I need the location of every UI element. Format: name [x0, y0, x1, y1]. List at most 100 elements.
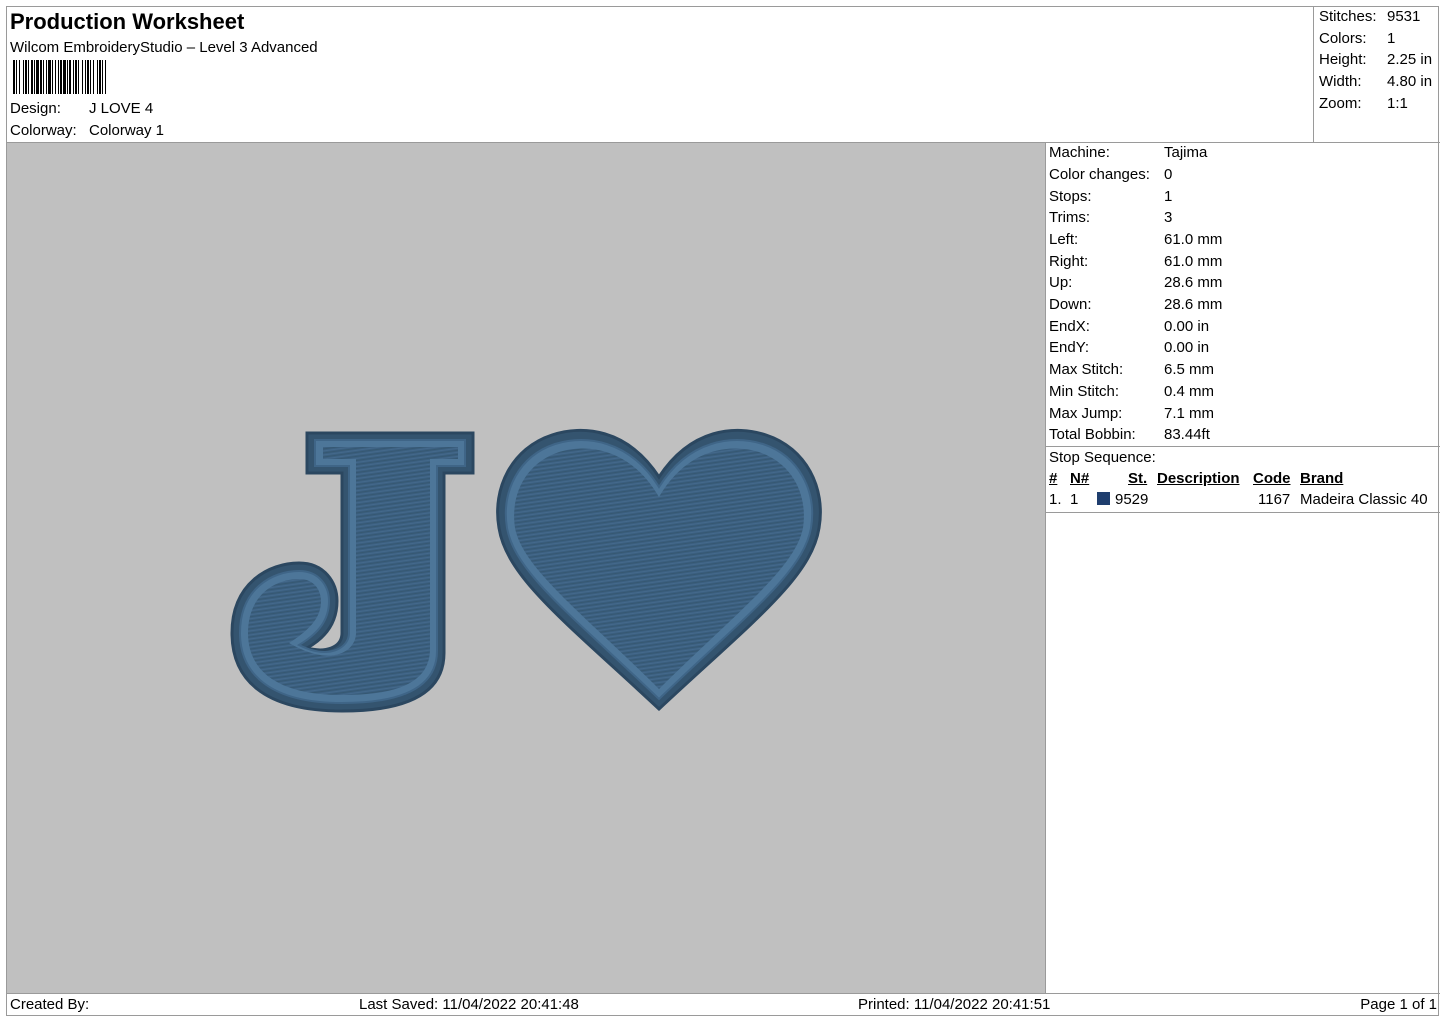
created-by: Created By: [10, 996, 90, 1013]
info-label: Max Stitch: [1049, 361, 1124, 378]
embroidery-preview-image [230, 428, 822, 713]
stat-value: 2.25 in [1387, 51, 1433, 68]
stat-row: Zoom: 1:1 [1319, 95, 1408, 112]
column-header: # [1049, 470, 1058, 487]
barcode-bar [60, 60, 62, 94]
info-label: Right: [1049, 253, 1089, 270]
info-row: EndX: 0.00 in [1049, 318, 1209, 335]
info-row: Up: 28.6 mm [1049, 274, 1222, 291]
stop-sequence-title: Stop Sequence: [1049, 449, 1156, 466]
worksheet-footer: Created By: Last Saved: 11/04/2022 20:41… [7, 993, 1440, 1017]
barcode-bar [75, 60, 77, 94]
column-header: St. [1128, 470, 1148, 487]
info-value: 3 [1164, 209, 1173, 226]
colorway-value: Colorway 1 [89, 122, 165, 139]
barcode-image [13, 60, 106, 94]
stat-label: Width: [1319, 73, 1362, 90]
info-row: Down: 28.6 mm [1049, 296, 1222, 313]
software-name: Wilcom EmbroideryStudio – Level 3 Advanc… [10, 39, 318, 56]
barcode-bar [85, 60, 86, 94]
info-row: EndY: 0.00 in [1049, 339, 1209, 356]
info-row: Machine: Tajima [1049, 144, 1207, 161]
stat-value: 9531 [1387, 8, 1421, 25]
stat-value: 1 [1387, 30, 1396, 47]
column-header: Code [1253, 470, 1291, 487]
thread-brand: Madeira Classic 40 [1300, 491, 1428, 508]
barcode-bar [90, 60, 91, 94]
thread-color-swatch [1097, 492, 1110, 505]
barcode-bar [23, 60, 24, 94]
info-value: 7.1 mm [1164, 405, 1215, 422]
info-value: 61.0 mm [1164, 253, 1223, 270]
info-label: Color changes: [1049, 166, 1150, 183]
barcode-bar [58, 60, 59, 94]
info-label: EndY: [1049, 339, 1090, 356]
stat-label: Height: [1319, 51, 1367, 68]
info-label: Left: [1049, 231, 1079, 248]
thread-code: 1167 [1258, 491, 1291, 508]
stat-row: Colors: 1 [1319, 30, 1395, 47]
needle-number: 1 [1070, 491, 1079, 508]
barcode-bar [52, 60, 53, 94]
barcode-bar [40, 60, 42, 94]
info-row: Right: 61.0 mm [1049, 253, 1222, 270]
info-value: Tajima [1164, 144, 1208, 161]
info-value: 0.00 in [1164, 318, 1210, 335]
info-value: 0.00 in [1164, 339, 1210, 356]
column-header: Description [1157, 470, 1240, 487]
stop-number: 1. [1049, 491, 1062, 508]
stat-label: Zoom: [1319, 95, 1362, 112]
barcode-bar [25, 60, 27, 94]
barcode-bar [31, 60, 33, 94]
barcode-bar [93, 60, 94, 94]
info-row: Left: 61.0 mm [1049, 231, 1222, 248]
letter-j-shape [230, 431, 475, 713]
heart-shape [496, 428, 822, 712]
design-label: Design: [10, 100, 61, 117]
stat-row: Width: 4.80 in [1319, 73, 1432, 90]
stats-box: Stitches: 9531 Colors: 1 Height: 2.25 in Wi… [1314, 7, 1440, 143]
barcode-bar [55, 60, 56, 94]
info-value: 83.44ft [1164, 426, 1210, 443]
barcode-bar [99, 60, 101, 94]
divider [1046, 446, 1440, 447]
colorway-label: Colorway: [10, 122, 77, 139]
info-row: Stops: 1 [1049, 188, 1172, 205]
design-row: Design: J LOVE 4 [10, 100, 153, 117]
colorway-row: Colorway: Colorway 1 [10, 122, 164, 139]
column-header: Brand [1300, 470, 1344, 487]
barcode-bar [46, 60, 47, 94]
stat-row: Stitches: 9531 [1319, 8, 1420, 25]
info-label: Min Stitch: [1049, 383, 1120, 400]
info-label: Total Bobbin: [1049, 426, 1136, 443]
barcode-bar [97, 60, 98, 94]
info-row: Color changes: 0 [1049, 166, 1172, 183]
worksheet: Production Worksheet Wilcom EmbroiderySt… [6, 6, 1440, 1017]
barcode-bar [82, 60, 83, 94]
design-value: J LOVE 4 [89, 100, 154, 117]
info-label: Machine: [1049, 144, 1110, 161]
page-number: Page 1 of 1 [1360, 996, 1437, 1013]
barcode-bar [13, 60, 15, 94]
stat-label: Colors: [1319, 30, 1367, 47]
info-label: Up: [1049, 274, 1073, 291]
barcode-bar [63, 60, 66, 94]
info-value: 6.5 mm [1164, 361, 1215, 378]
column-header: N# [1070, 470, 1090, 487]
barcode-bar [87, 60, 89, 94]
barcode-bar [19, 60, 20, 94]
info-row: Trims: 3 [1049, 209, 1172, 226]
stat-row: Height: 2.25 in [1319, 51, 1432, 68]
stat-value: 1:1 [1387, 95, 1408, 112]
divider [1046, 512, 1440, 513]
info-label: Max Jump: [1049, 405, 1123, 422]
barcode-bar [34, 60, 35, 94]
barcode-bar [69, 60, 71, 94]
printed-date: Printed: 11/04/2022 20:41:51 [858, 996, 1051, 1013]
info-value: 0.4 mm [1164, 383, 1215, 400]
info-value: 61.0 mm [1164, 231, 1223, 248]
info-value: 28.6 mm [1164, 274, 1223, 291]
barcode-bar [48, 60, 51, 94]
barcode-bar [16, 60, 17, 94]
barcode-bar [73, 60, 74, 94]
